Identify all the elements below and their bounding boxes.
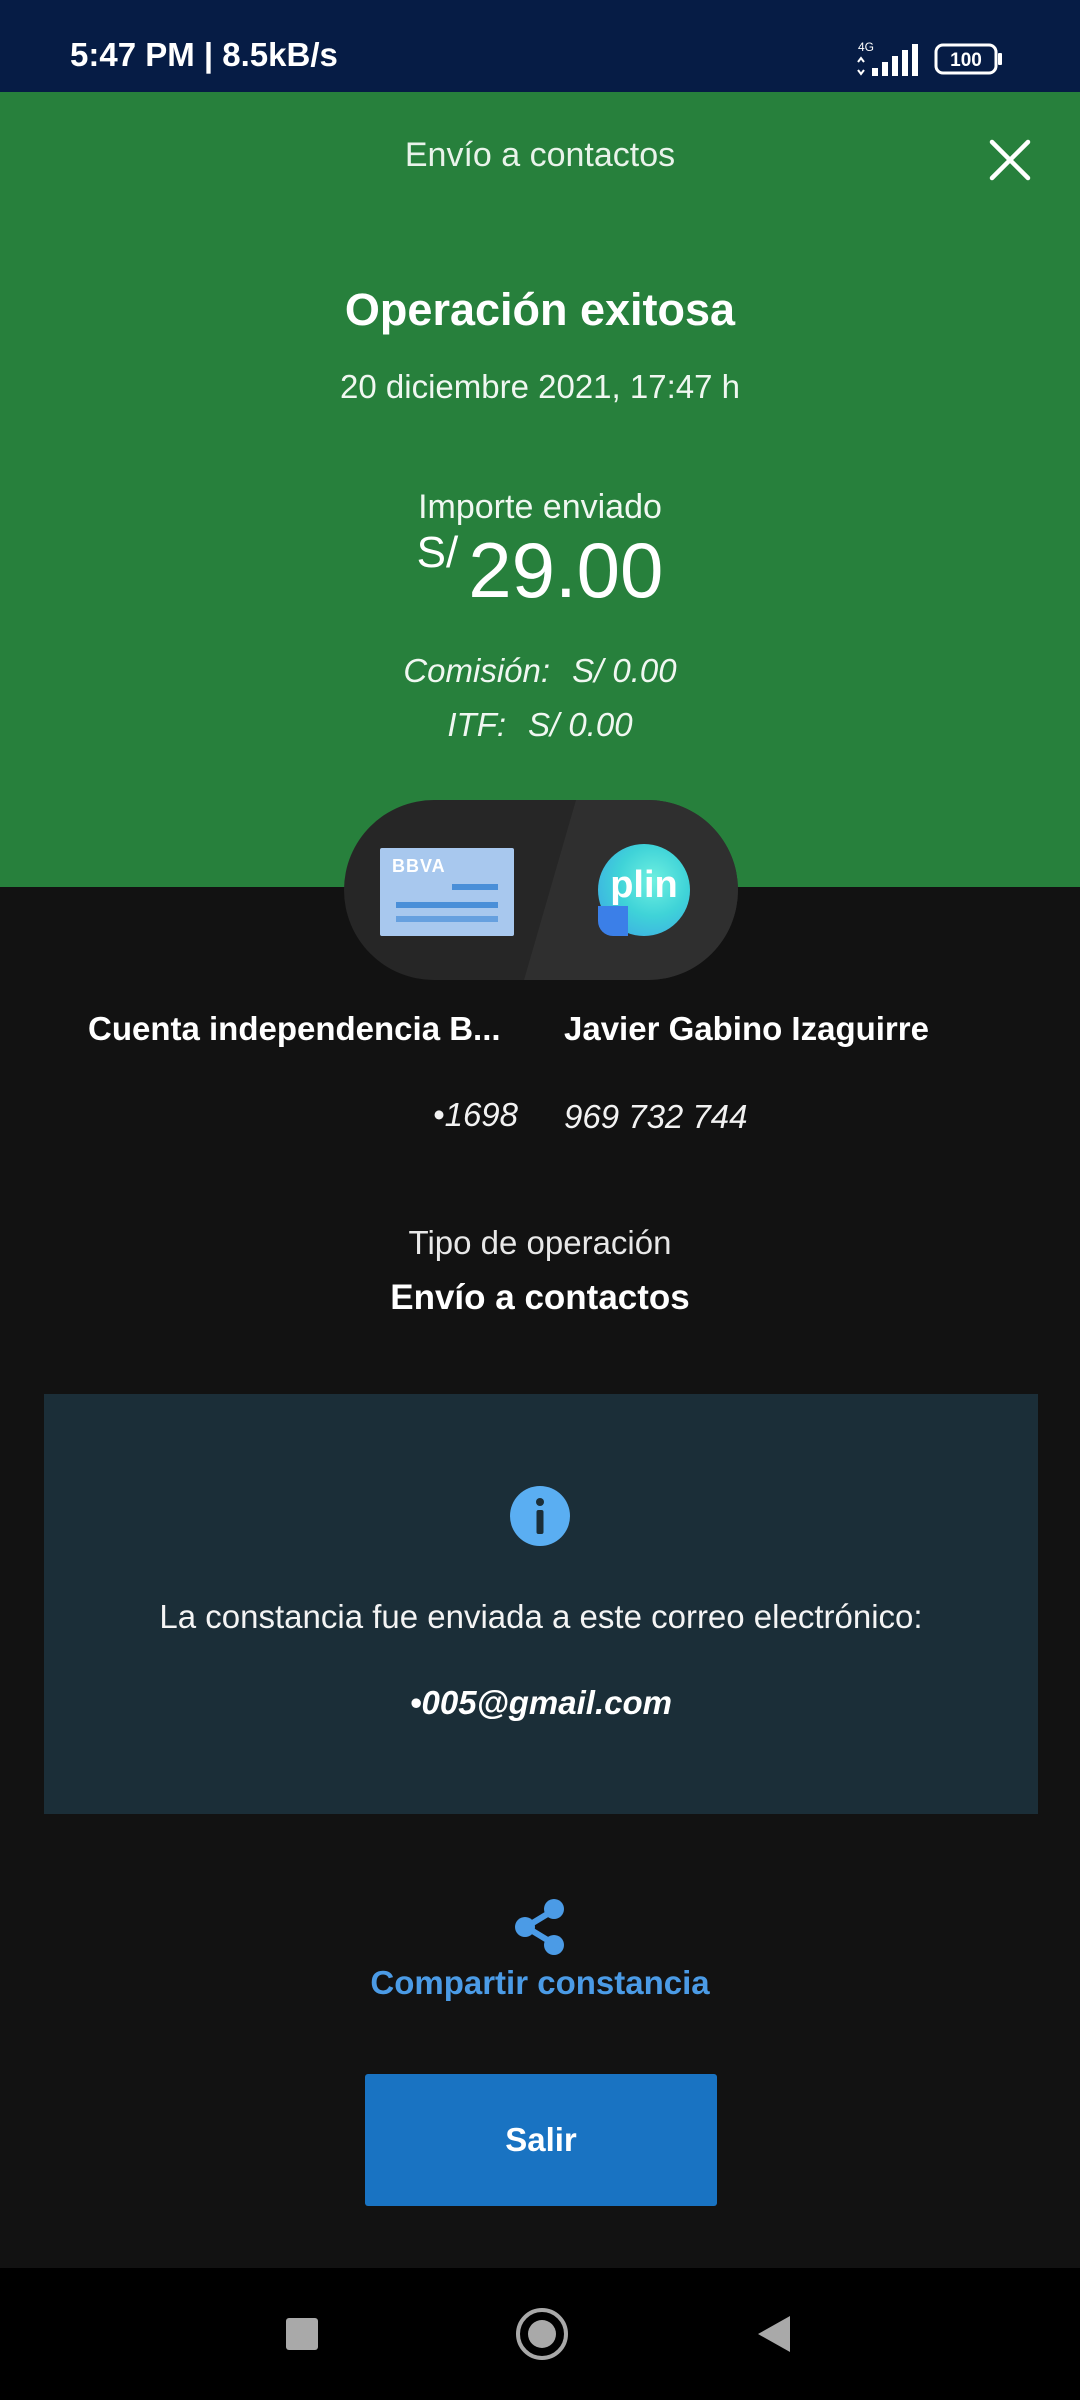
- itf-line: ITF: S/ 0.00: [0, 706, 1080, 744]
- status-time: 5:47 PM | 8.5kB/s: [70, 36, 338, 73]
- amount-value: 29.00: [468, 526, 664, 614]
- signal-icon: 4G: [857, 40, 918, 76]
- share-receipt-link[interactable]: Compartir constancia: [0, 1964, 1080, 2002]
- share-icon[interactable]: [512, 1898, 570, 1956]
- receipt-info-box: La constancia fue enviada a este correo …: [44, 1394, 1038, 1814]
- transfer-logos: BBVA plin: [344, 800, 738, 980]
- amount-currency: S/: [416, 528, 459, 577]
- bbva-card-logo: BBVA: [380, 848, 514, 936]
- amount-label: Importe enviado: [418, 488, 662, 526]
- result-title: Operación exitosa: [344, 284, 736, 335]
- recipient-phone: 969 732 744: [564, 1098, 748, 1135]
- success-header: Envío a contactos Operación exitosa 20 d…: [0, 92, 1080, 887]
- receipt-info-text: La constancia fue enviada a este correo …: [159, 1598, 923, 1635]
- page-title: Envío a contactos: [404, 136, 676, 174]
- plin-logo: plin: [598, 844, 690, 936]
- amount-display: S/29.00: [0, 526, 1080, 614]
- navigation-bar: [0, 2268, 1080, 2400]
- itf-value: S/ 0.00: [528, 706, 633, 743]
- network-type: 4G: [858, 40, 874, 54]
- source-account-name: Cuenta independencia B...: [88, 1010, 501, 1047]
- operation-type-value: Envío a contactos: [390, 1278, 690, 1317]
- operation-type-label: Tipo de operación: [408, 1224, 672, 1261]
- commission-value: S/ 0.00: [572, 652, 677, 689]
- battery-level: 100: [950, 50, 982, 71]
- info-icon: [510, 1486, 570, 1546]
- commission-line: Comisión: S/ 0.00: [0, 652, 1080, 690]
- source-account-number: •1698: [433, 1096, 518, 1133]
- home-icon[interactable]: [516, 2308, 568, 2360]
- battery-icon: 100: [934, 43, 1002, 75]
- plin-logo-text: plin: [610, 864, 678, 906]
- commission-label: Comisión:: [403, 652, 551, 689]
- status-bar: 5:47 PM | 8.5kB/s 4G 100: [0, 0, 1080, 92]
- result-date: 20 diciembre 2021, 17:47 h: [340, 368, 740, 405]
- back-icon[interactable]: [756, 2314, 792, 2354]
- bbva-logo-text: BBVA: [392, 856, 446, 876]
- recipient-name: Javier Gabino Izaguirre: [564, 1010, 929, 1047]
- receipt-email: •005@gmail.com: [409, 1684, 672, 1721]
- close-icon[interactable]: [984, 134, 1036, 186]
- itf-label: ITF:: [447, 706, 507, 743]
- recents-icon[interactable]: [286, 2318, 318, 2350]
- exit-button[interactable]: Salir: [365, 2074, 717, 2206]
